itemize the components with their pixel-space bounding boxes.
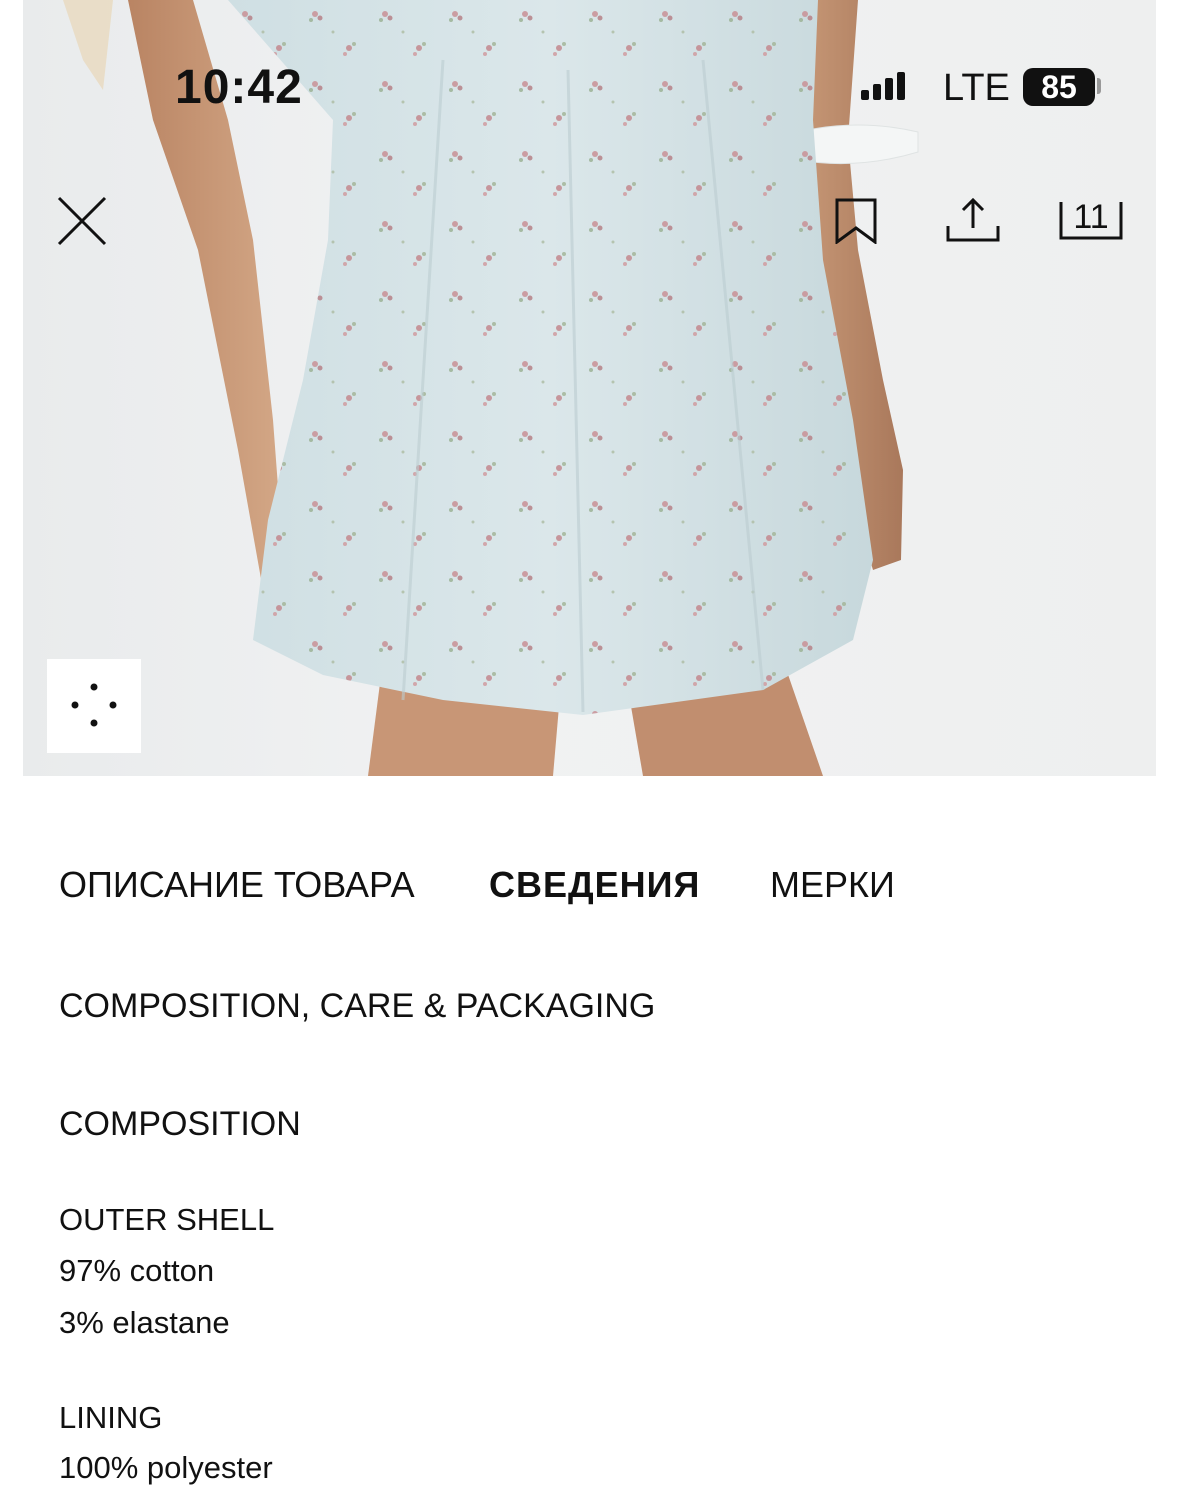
tab-measurements[interactable]: МЕРКИ xyxy=(770,862,895,908)
care-heading: COMPOSITION, CARE & PACKAGING xyxy=(59,987,656,1025)
lining-label: LINING xyxy=(59,1400,163,1435)
bookmark-button[interactable] xyxy=(834,198,878,245)
outer-shell-item: 97% cotton xyxy=(59,1253,215,1288)
image-counter-button[interactable]: 11 xyxy=(1058,198,1124,242)
outer-shell-item: 3% elastane xyxy=(59,1305,230,1340)
signal-icon xyxy=(861,72,905,100)
close-button[interactable] xyxy=(55,194,109,248)
status-time: 10:42 xyxy=(175,61,303,114)
share-icon xyxy=(946,197,1000,242)
image-count: 11 xyxy=(1073,198,1109,236)
tab-description[interactable]: ОПИСАНИЕ ТОВАРА xyxy=(59,862,415,908)
battery-level: 85 xyxy=(1023,68,1095,106)
zoom-button[interactable] xyxy=(47,659,141,753)
dress-photo xyxy=(63,0,919,776)
product-image[interactable]: 10:42 LTE 85 11 xyxy=(23,0,1156,776)
bookmark-icon xyxy=(835,198,877,245)
battery-icon xyxy=(1097,78,1101,94)
share-button[interactable] xyxy=(944,196,1002,244)
tab-details[interactable]: СВЕДЕНИЯ xyxy=(489,862,700,908)
lining-item: 100% polyester xyxy=(59,1450,273,1485)
zoom-dots-icon xyxy=(71,683,117,727)
outer-shell-label: OUTER SHELL xyxy=(59,1202,275,1237)
close-icon xyxy=(57,196,107,246)
network-type: LTE xyxy=(943,67,1010,109)
composition-heading: COMPOSITION xyxy=(59,1105,301,1143)
